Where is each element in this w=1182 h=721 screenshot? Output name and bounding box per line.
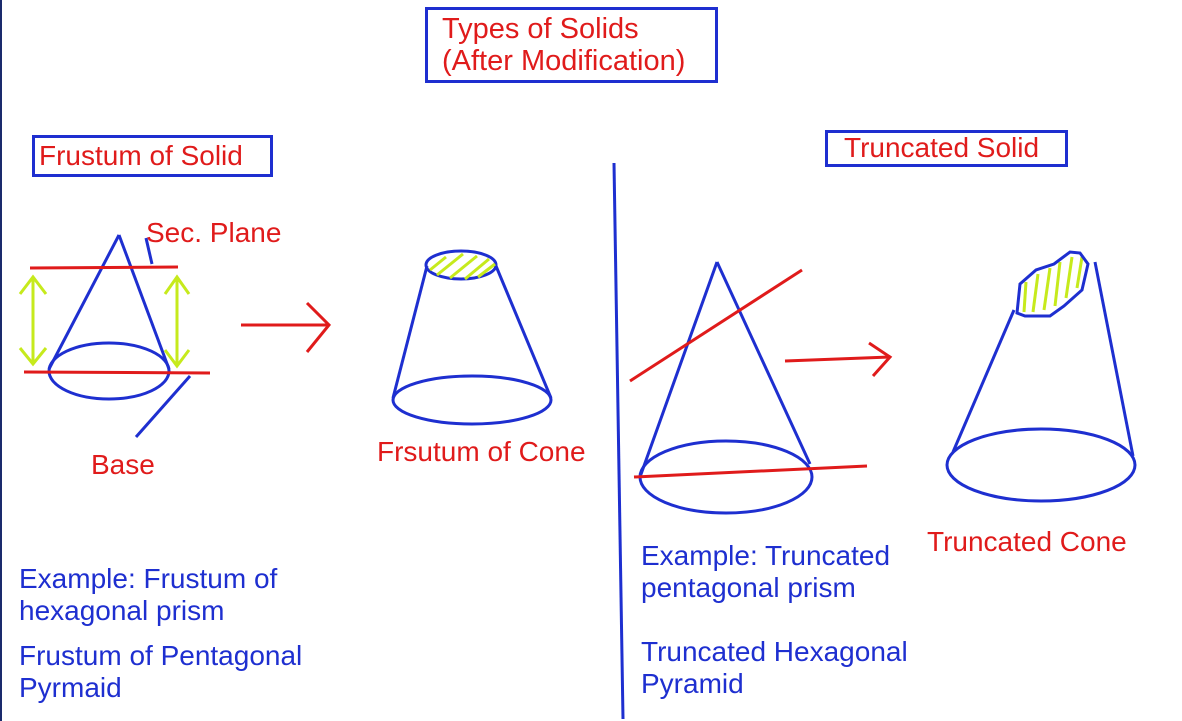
truncated-heading: Truncated Solid <box>825 130 1068 167</box>
left-example-2: Frustum of Pentagonal Pyrmaid <box>19 640 302 704</box>
section-plane-line <box>29 265 179 270</box>
section-divider <box>612 162 625 720</box>
sec-plane-label: Sec. Plane <box>146 217 282 248</box>
truncated-base-ellipse <box>945 427 1137 503</box>
truncated-cone <box>945 250 1137 503</box>
cone-with-section-plane <box>18 234 211 438</box>
oblique-section-plane <box>629 268 803 383</box>
right-example-1: Example: Truncated pentagonal prism <box>641 540 890 604</box>
oblique-cone-right-edge <box>715 261 812 465</box>
right-example-1-line-1: Example: Truncated <box>641 540 891 571</box>
title-line-2: (After Modification) <box>442 45 686 78</box>
left-example-1-line-2: hexagonal prism <box>19 595 225 626</box>
title-box: Types of Solids (After Modification) <box>425 7 718 83</box>
right-example-2-line-1: Truncated Hexagonal <box>641 636 908 667</box>
title-line-1: Types of Solids <box>442 13 639 45</box>
left-example-2-line-2: Pyrmaid <box>19 672 122 703</box>
base-label: Base <box>91 449 155 480</box>
frustum-of-cone-label: Frsutum of Cone <box>377 436 586 467</box>
cone-left-edge <box>47 234 121 370</box>
right-example-2: Truncated Hexagonal Pyramid <box>641 636 908 700</box>
left-example-1: Example: Frustum of hexagonal prism <box>19 563 277 627</box>
frustum-base-ellipse <box>391 374 553 426</box>
left-example-1-line-1: Example: Frustum of <box>19 563 278 594</box>
frustum-left-edge <box>391 265 429 399</box>
height-arrow-right <box>163 274 191 369</box>
transform-arrow-left <box>241 301 332 353</box>
left-example-2-line-1: Frustum of Pentagonal <box>19 640 303 671</box>
truncated-cone-label: Truncated Cone <box>927 526 1127 557</box>
cone-with-oblique-plane <box>629 261 868 515</box>
height-arrow-left <box>18 274 48 367</box>
frustum-of-cone <box>391 249 553 426</box>
right-example-1-line-2: pentagonal prism <box>641 572 856 603</box>
transform-arrow-right <box>784 341 893 378</box>
base-plane-line <box>23 370 211 375</box>
oblique-cone-left-edge <box>638 261 719 478</box>
frustum-heading: Frustum of Solid <box>32 135 273 177</box>
truncated-right-edge <box>1093 261 1135 457</box>
oblique-base-plane <box>633 464 868 479</box>
right-example-2-line-2: Pyramid <box>641 668 744 699</box>
